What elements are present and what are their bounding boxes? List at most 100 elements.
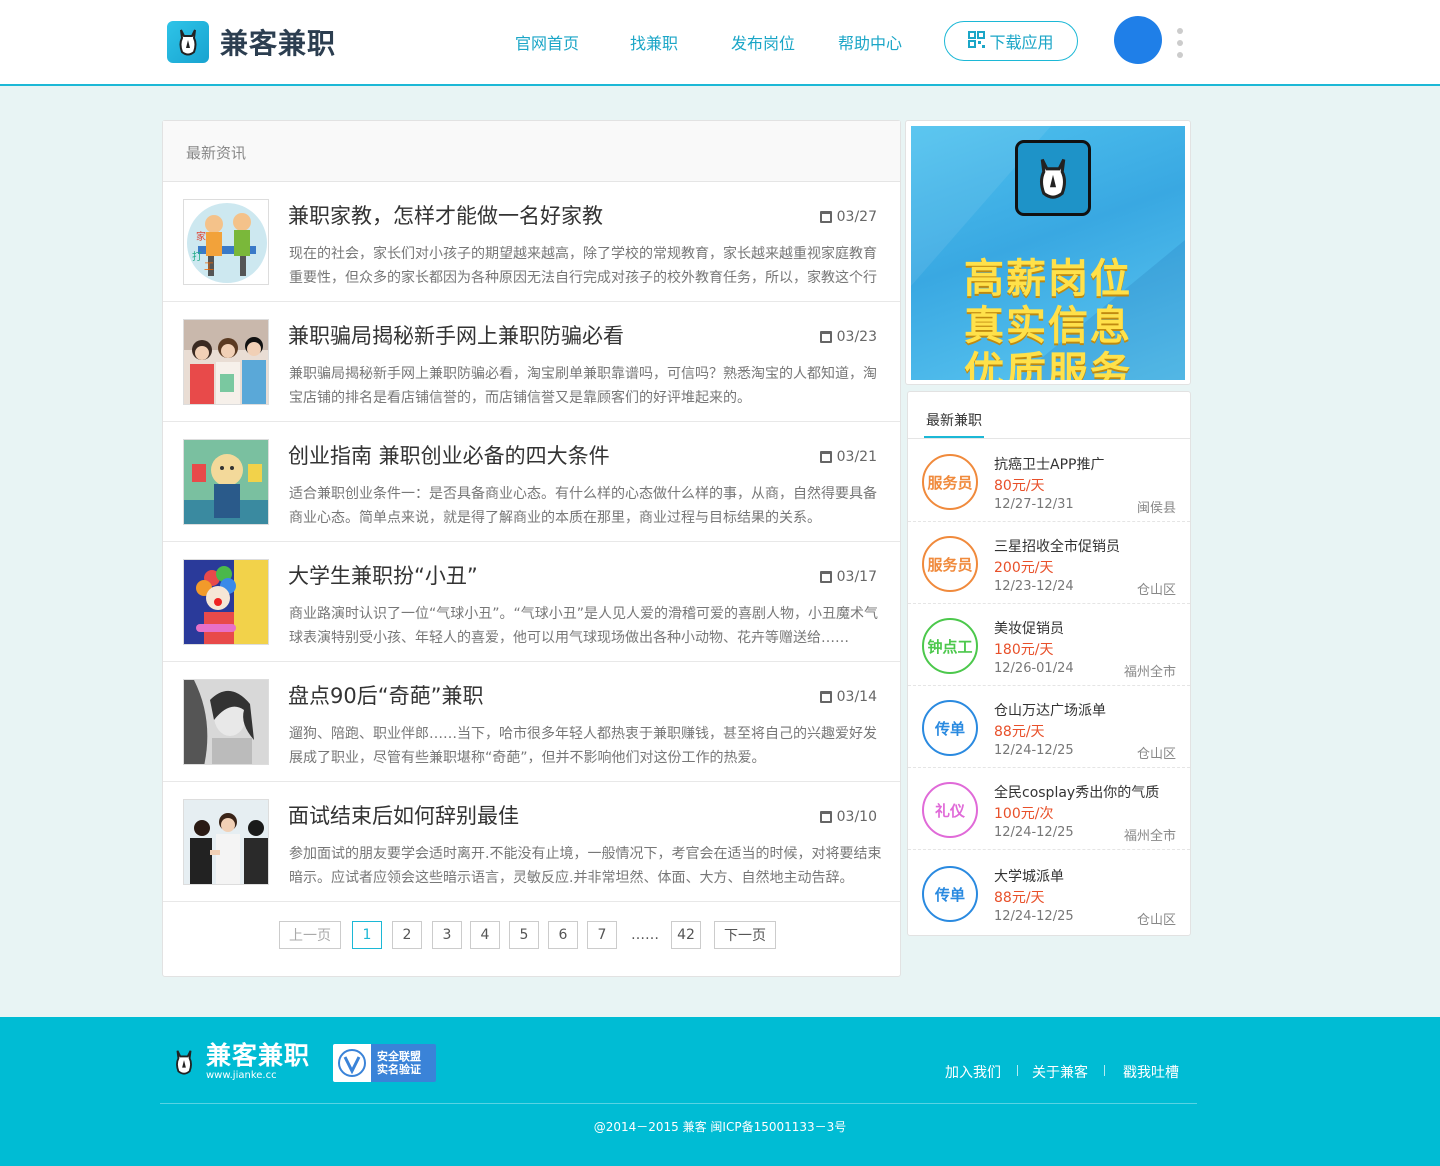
- news-item[interactable]: 兼职骗局揭秘新手网上兼职防骗必看 03/23 兼职骗局揭秘新手网上兼职防骗必看，…: [163, 302, 900, 422]
- news-thumbnail[interactable]: [183, 799, 269, 885]
- prev-page-button[interactable]: 上一页: [279, 921, 341, 949]
- more-menu-icon[interactable]: [1176, 28, 1184, 58]
- news-date: 03/23: [819, 329, 877, 345]
- page-link[interactable]: 7: [587, 921, 617, 949]
- calendar-icon: [819, 571, 832, 583]
- news-title[interactable]: 兼职家教，怎样才能做一名好家教: [288, 200, 603, 230]
- job-dates: 12/27-12/31: [994, 497, 1074, 512]
- rhino-logo-icon: [170, 1042, 198, 1082]
- page-link[interactable]: 42: [671, 921, 701, 949]
- job-location: 仓山区: [1136, 913, 1176, 928]
- calendar-icon: [819, 331, 832, 343]
- job-title[interactable]: 三星招收全市促销员: [994, 536, 1120, 556]
- news-date: 03/17: [819, 569, 877, 585]
- job-title[interactable]: 大学城派单: [994, 866, 1064, 886]
- job-dates: 12/24-12/25: [994, 909, 1074, 924]
- job-dates: 12/23-12/24: [994, 579, 1074, 594]
- news-thumbnail[interactable]: [183, 679, 269, 765]
- job-item[interactable]: 钟点工 美妆促销员 180元/天 12/26-01/24 福州全市: [908, 604, 1190, 686]
- job-title[interactable]: 抗癌卫士APP推广: [994, 454, 1104, 474]
- site-header: 兼客兼职 官网首页 找兼职 发布岗位 帮助中心 下载应用: [0, 0, 1440, 86]
- download-app-label: 下载应用: [989, 33, 1054, 52]
- news-item[interactable]: 创业指南 兼职创业必备的四大条件 03/21 适合兼职创业条件一：是否具备商业心…: [163, 422, 900, 542]
- job-title[interactable]: 全民cosplay秀出你的气质: [994, 782, 1159, 802]
- news-item[interactable]: 面试结束后如何辞别最佳 03/10 参加面试的朋友要学会适时离开.不能没有止境，…: [163, 782, 900, 902]
- job-item[interactable]: 传单 大学城派单 88元/天 12/24-12/25 仓山区: [908, 852, 1190, 934]
- news-date: 03/14: [819, 689, 877, 705]
- news-title[interactable]: 大学生兼职扮“小丑”: [288, 560, 478, 590]
- news-summary: 兼职骗局揭秘新手网上兼职防骗必看，淘宝刷单兼职靠谱吗，可信吗？熟悉淘宝的人都知道…: [289, 366, 877, 406]
- footer-link-about[interactable]: 关于兼客: [1032, 1062, 1088, 1082]
- job-item[interactable]: 服务员 抗癌卫士APP推广 80元/天 12/27-12/31 闽侯县: [908, 440, 1190, 522]
- page-link[interactable]: 5: [509, 921, 539, 949]
- page-link[interactable]: 2: [392, 921, 422, 949]
- news-title[interactable]: 盘点90后“奇葩”兼职: [288, 680, 483, 710]
- job-item[interactable]: 传单 仓山万达广场派单 88元/天 12/24-12/25 仓山区: [908, 686, 1190, 768]
- news-panel: 最新资讯 家 打 工 兼职家教，怎样才能做一名好家教 03/27 现在的社会，家…: [162, 120, 901, 977]
- site-logo[interactable]: 兼客兼职: [167, 21, 336, 63]
- footer-url: www.jianke.cc: [206, 1070, 277, 1081]
- latest-jobs-header: 最新兼职: [908, 392, 1190, 439]
- news-item[interactable]: 大学生兼职扮“小丑” 03/17 商业路演时认识了一位“气球小丑”。“气球小丑”…: [163, 542, 900, 662]
- page-link[interactable]: 6: [548, 921, 578, 949]
- news-item[interactable]: 盘点90后“奇葩”兼职 03/14 遛狗、陪跑、职业伴郎……当下，哈市很多年轻人…: [163, 662, 900, 782]
- svg-text:工: 工: [204, 262, 214, 273]
- calendar-icon: [819, 211, 832, 223]
- verified-badge[interactable]: 安全联盟 实名验证: [333, 1044, 436, 1082]
- news-title[interactable]: 创业指南 兼职创业必备的四大条件: [288, 440, 610, 470]
- news-title[interactable]: 面试结束后如何辞别最佳: [288, 800, 519, 830]
- job-location: 仓山区: [1136, 583, 1176, 598]
- job-dates: 12/26-01/24: [994, 661, 1074, 676]
- job-category-badge: 钟点工: [922, 618, 978, 674]
- user-avatar[interactable]: [1114, 16, 1162, 64]
- download-app-button[interactable]: 下载应用: [944, 21, 1078, 61]
- job-category-badge: 服务员: [922, 536, 978, 592]
- job-category-badge: 传单: [922, 866, 978, 922]
- footer-logo[interactable]: 兼客兼职 www.jianke.cc: [170, 1042, 310, 1082]
- job-pay: 200元/天: [994, 560, 1054, 576]
- news-date: 03/27: [819, 209, 877, 225]
- news-summary: 现在的社会，家长们对小孩子的期望越来越高，除了学校的常规教育，家长越来越重视家庭…: [289, 246, 877, 286]
- brand-name: 兼客兼职: [220, 27, 337, 60]
- nav-find-jobs[interactable]: 找兼职: [630, 30, 678, 54]
- news-summary: 遛狗、陪跑、职业伴郎……当下，哈市很多年轻人都热衷于兼职赚钱，甚至将自己的兴趣爱…: [289, 726, 877, 766]
- news-thumbnail[interactable]: [183, 319, 269, 405]
- verified-v-icon: [333, 1044, 371, 1082]
- footer-link-join-us[interactable]: 加入我们: [945, 1062, 1001, 1082]
- job-item[interactable]: 服务员 三星招收全市促销员 200元/天 12/23-12/24 仓山区: [908, 522, 1190, 604]
- calendar-icon: [819, 811, 832, 823]
- job-location: 仓山区: [1136, 747, 1176, 762]
- pagination: 上一页 1 2 3 4 5 6 7 …… 42 下一页: [163, 921, 900, 951]
- news-item[interactable]: 家 打 工 兼职家教，怎样才能做一名好家教 03/27 现在的社会，家长们对小孩…: [163, 182, 900, 302]
- news-summary: 适合兼职创业条件一：是否具备商业心态。有什么样的心态做什么样的事，从商，自然得要…: [289, 486, 877, 526]
- news-thumbnail[interactable]: [183, 439, 269, 525]
- job-title[interactable]: 仓山万达广场派单: [994, 700, 1106, 720]
- news-summary: 商业路演时认识了一位“气球小丑”。“气球小丑”是人见人爱的滑稽可爱的喜剧人物，小…: [289, 606, 879, 646]
- job-item[interactable]: 礼仪 全民cosplay秀出你的气质 100元/次 12/24-12/25 福州…: [908, 768, 1190, 850]
- next-page-button[interactable]: 下一页: [714, 921, 776, 949]
- job-pay: 88元/天: [994, 890, 1045, 906]
- page-link[interactable]: 3: [432, 921, 462, 949]
- job-pay: 80元/天: [994, 478, 1045, 494]
- footer-divider: [1104, 1065, 1105, 1076]
- nav-post-job[interactable]: 发布岗位: [731, 30, 795, 54]
- promo-banner[interactable]: 高薪岗位 真实信息 优质服务: [905, 120, 1191, 385]
- job-title[interactable]: 美妆促销员: [994, 618, 1064, 638]
- nav-home[interactable]: 官网首页: [515, 30, 579, 54]
- footer-brand-name: 兼客兼职: [206, 1041, 311, 1070]
- news-date: 03/21: [819, 449, 877, 465]
- rhino-logo-icon: [1015, 140, 1091, 216]
- site-footer: 兼客兼职 www.jianke.cc 安全联盟 实名验证 加入我们 关于兼客 戳…: [0, 1017, 1440, 1166]
- page-link[interactable]: 1: [352, 921, 382, 949]
- footer-divider: [1017, 1065, 1018, 1076]
- page-link[interactable]: 4: [470, 921, 500, 949]
- news-thumbnail[interactable]: 家 打 工: [183, 199, 269, 285]
- news-date: 03/10: [819, 809, 877, 825]
- footer-link-feedback[interactable]: 戳我吐槽: [1123, 1062, 1179, 1082]
- news-thumbnail[interactable]: [183, 559, 269, 645]
- rhino-logo-icon: [167, 21, 209, 63]
- news-summary: 参加面试的朋友要学会适时离开.不能没有止境，一般情况下，考官会在适当的时候，对将…: [289, 846, 882, 886]
- promo-banner-image[interactable]: 高薪岗位 真实信息 优质服务: [911, 126, 1185, 380]
- nav-help-center[interactable]: 帮助中心: [838, 30, 902, 54]
- news-title[interactable]: 兼职骗局揭秘新手网上兼职防骗必看: [288, 320, 624, 350]
